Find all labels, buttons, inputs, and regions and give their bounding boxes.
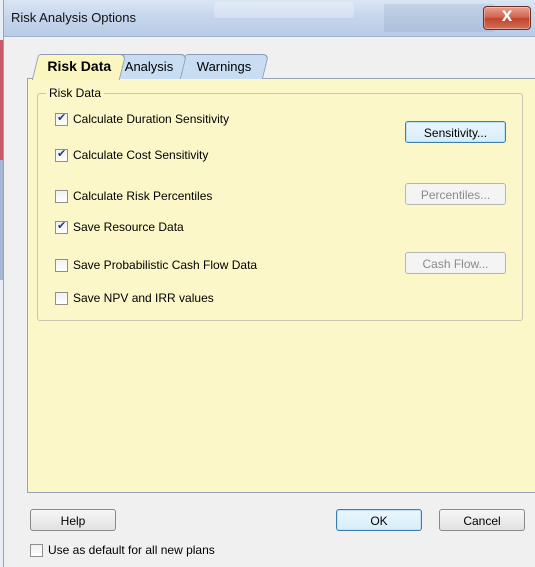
cash-flow-button[interactable]: Cash Flow... bbox=[405, 252, 506, 274]
tab-risk-data[interactable]: Risk Data bbox=[31, 54, 127, 80]
default-checkbox-label: Use as default for all new plans bbox=[48, 543, 215, 557]
option-label: Save Probabilistic Cash Flow Data bbox=[73, 258, 258, 272]
close-button[interactable]: X bbox=[483, 6, 531, 30]
option-cash-flow-data[interactable]: Save Probabilistic Cash Flow Data bbox=[55, 257, 257, 273]
option-save-resource-data[interactable]: Save Resource Data bbox=[55, 219, 184, 235]
option-duration-sensitivity[interactable]: Calculate Duration Sensitivity bbox=[55, 111, 229, 127]
close-icon: X bbox=[501, 9, 513, 25]
option-cost-sensitivity[interactable]: Calculate Cost Sensitivity bbox=[55, 147, 208, 163]
window-title: Risk Analysis Options bbox=[11, 10, 136, 25]
sensitivity-button[interactable]: Sensitivity... bbox=[405, 121, 506, 143]
checkbox[interactable] bbox=[55, 258, 68, 272]
tab-label: Risk Data bbox=[47, 58, 112, 74]
help-button[interactable]: Help bbox=[30, 509, 116, 531]
checkbox[interactable] bbox=[55, 111, 68, 126]
tab-label: Warnings bbox=[196, 59, 252, 74]
checkbox[interactable] bbox=[30, 543, 43, 557]
checkbox[interactable] bbox=[55, 291, 68, 305]
option-label: Save Resource Data bbox=[73, 220, 184, 234]
group-label: Risk Data bbox=[46, 86, 105, 100]
cancel-button[interactable]: Cancel bbox=[439, 509, 525, 531]
checkbox[interactable] bbox=[55, 189, 68, 203]
default-for-new-plans[interactable]: Use as default for all new plans bbox=[30, 543, 215, 557]
title-bar[interactable]: Risk Analysis Options X bbox=[4, 0, 535, 37]
tab-warnings[interactable]: Warnings bbox=[178, 54, 270, 79]
option-label: Calculate Cost Sensitivity bbox=[73, 148, 209, 162]
tab-label: Analysis bbox=[124, 59, 174, 74]
checkbox[interactable] bbox=[55, 219, 68, 234]
option-npv-irr[interactable]: Save NPV and IRR values bbox=[55, 290, 214, 306]
option-label: Save NPV and IRR values bbox=[73, 291, 214, 305]
option-risk-percentiles[interactable]: Calculate Risk Percentiles bbox=[55, 188, 212, 204]
checkbox[interactable] bbox=[55, 147, 68, 162]
percentiles-button[interactable]: Percentiles... bbox=[405, 183, 506, 205]
ok-button[interactable]: OK bbox=[336, 509, 422, 531]
option-label: Calculate Risk Percentiles bbox=[73, 189, 213, 203]
option-label: Calculate Duration Sensitivity bbox=[73, 112, 230, 126]
